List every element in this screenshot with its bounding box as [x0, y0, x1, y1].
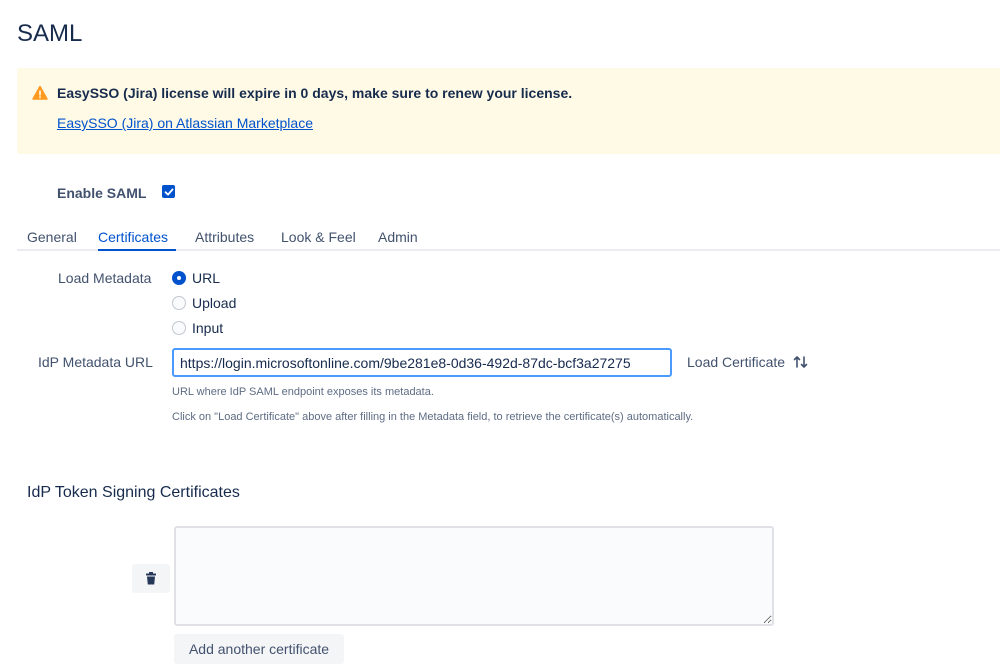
- tab-admin[interactable]: Admin: [378, 229, 418, 245]
- enable-saml-label: Enable SAML: [57, 185, 147, 201]
- load-metadata-label: Load Metadata: [58, 270, 152, 286]
- radio-input-label[interactable]: Input: [192, 320, 223, 336]
- radio-url[interactable]: [172, 271, 186, 285]
- checkmark-icon: [164, 188, 173, 195]
- warning-icon: [32, 85, 48, 100]
- tab-look-and-feel[interactable]: Look & Feel: [281, 229, 356, 245]
- radio-url-label[interactable]: URL: [192, 270, 220, 286]
- delete-certificate-button[interactable]: [132, 564, 170, 593]
- marketplace-link[interactable]: EasySSO (Jira) on Atlassian Marketplace: [57, 115, 313, 131]
- idp-metadata-url-label: IdP Metadata URL: [38, 354, 153, 370]
- load-certificate-help-text: Click on "Load Certificate" above after …: [172, 411, 694, 423]
- certificate-textarea[interactable]: [174, 526, 774, 626]
- tab-general[interactable]: General: [27, 229, 77, 245]
- idp-metadata-url-input[interactable]: [172, 348, 672, 377]
- tab-certificates[interactable]: Certificates: [98, 229, 168, 245]
- load-certificate-button[interactable]: Load Certificate: [687, 354, 809, 370]
- license-warning-message: EasySSO (Jira) license will expire in 0 …: [57, 85, 573, 101]
- radio-upload-label[interactable]: Upload: [192, 295, 236, 311]
- sort-arrows-icon: [793, 356, 808, 368]
- metadata-url-help-text: URL where IdP SAML endpoint exposes its …: [172, 386, 434, 398]
- license-warning-banner: EasySSO (Jira) license will expire in 0 …: [17, 68, 1000, 154]
- trash-icon: [146, 572, 156, 585]
- tab-attributes[interactable]: Attributes: [195, 229, 254, 245]
- enable-saml-checkbox[interactable]: [162, 185, 175, 198]
- active-tab-indicator: [98, 249, 176, 251]
- add-another-certificate-button[interactable]: Add another certificate: [174, 634, 344, 664]
- settings-tabs: General Certificates Attributes Look & F…: [17, 226, 1000, 251]
- radio-input[interactable]: [172, 321, 186, 335]
- enable-saml-row: Enable SAML: [57, 184, 146, 202]
- idp-token-signing-certificates-title: IdP Token Signing Certificates: [27, 484, 240, 501]
- radio-upload[interactable]: [172, 296, 186, 310]
- page-title: SAML: [17, 20, 83, 47]
- load-certificate-label: Load Certificate: [687, 354, 786, 370]
